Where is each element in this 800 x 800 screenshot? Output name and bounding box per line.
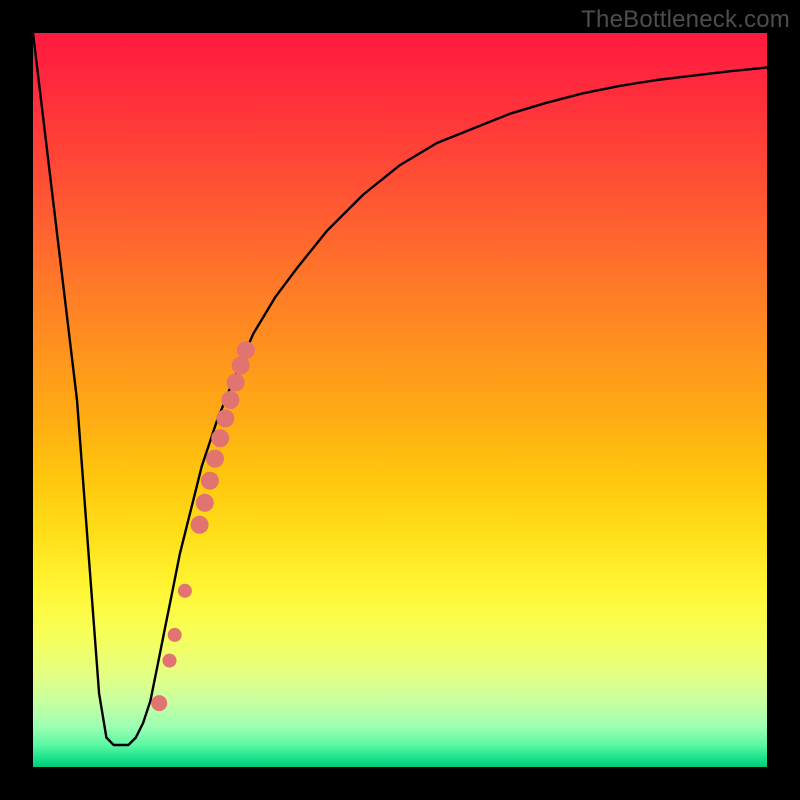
highlight-dot bbox=[216, 409, 234, 427]
watermark-text: TheBottleneck.com bbox=[581, 6, 790, 34]
chart-frame: TheBottleneck.com bbox=[0, 0, 800, 800]
highlight-dot bbox=[191, 516, 209, 534]
highlight-dot bbox=[201, 472, 219, 490]
highlight-dot bbox=[196, 494, 214, 512]
chart-svg bbox=[33, 33, 767, 767]
highlight-dot bbox=[211, 429, 229, 447]
highlight-dot bbox=[151, 695, 167, 711]
highlight-dot bbox=[206, 450, 224, 468]
highlight-dot bbox=[232, 357, 250, 375]
highlight-dot bbox=[168, 628, 182, 642]
main-curve bbox=[33, 33, 767, 745]
highlight-dot bbox=[163, 654, 177, 668]
plot-area bbox=[33, 33, 767, 767]
highlight-points bbox=[151, 341, 255, 711]
highlight-dot bbox=[178, 584, 192, 598]
highlight-dot bbox=[227, 373, 245, 391]
highlight-dot bbox=[237, 341, 255, 359]
highlight-dot bbox=[221, 391, 239, 409]
